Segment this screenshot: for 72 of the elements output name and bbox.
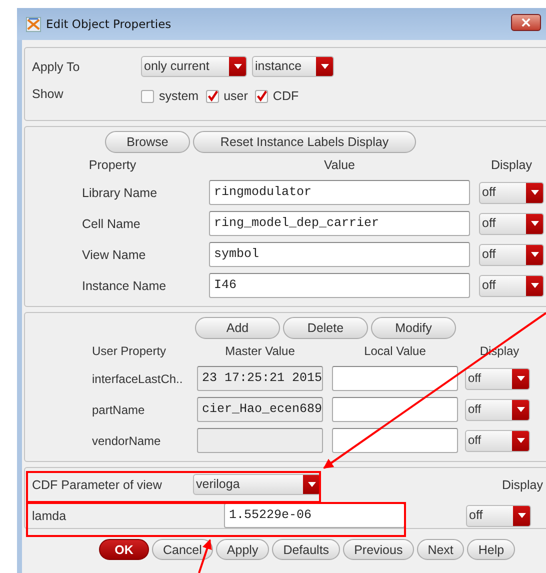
- column-header: User Property: [92, 344, 168, 358]
- dialog-button[interactable]: Next: [416, 539, 464, 560]
- parameter-label: lamda: [32, 508, 68, 522]
- property-label: Cell Name: [81, 216, 142, 230]
- column-header: Display: [490, 158, 533, 172]
- checkbox[interactable]: [141, 90, 154, 102]
- dialog-button[interactable]: Apply: [216, 539, 270, 560]
- column-header: Value: [322, 158, 356, 172]
- dropdown-arrow-icon: [516, 407, 524, 412]
- checkbox[interactable]: [254, 90, 268, 102]
- dropdown-arrow-icon: [530, 252, 538, 257]
- toolbar-button[interactable]: Add: [195, 317, 280, 339]
- input-field[interactable]: symbol: [209, 242, 470, 267]
- dropdown-arrow-icon: [516, 438, 524, 443]
- ok-button[interactable]: OK: [99, 539, 149, 560]
- field-label: Apply To: [32, 60, 81, 74]
- input-field: cier_Hao_ecen689: [197, 397, 323, 422]
- toolbar-button[interactable]: Reset Instance Labels Display: [193, 131, 416, 153]
- property-label: vendorName: [92, 434, 162, 448]
- dropdown[interactable]: off: [465, 430, 530, 452]
- checkbox-label: system: [159, 89, 199, 103]
- input-field[interactable]: 1.55229e-06: [224, 503, 405, 528]
- toolbar-button[interactable]: Browse: [105, 131, 190, 153]
- toolbar-button[interactable]: Delete: [283, 317, 368, 339]
- input-field[interactable]: [332, 428, 458, 453]
- input-field: 23 17:25:21 2015: [197, 366, 323, 391]
- input-field[interactable]: [332, 366, 458, 391]
- column-header: Property: [88, 158, 138, 172]
- checkbox-label: user: [224, 89, 248, 103]
- window-title: Edit Object Properties: [46, 17, 172, 31]
- close-icon: [521, 18, 531, 27]
- dropdown-arrow-icon: [308, 482, 316, 487]
- property-label: Instance Name: [81, 278, 168, 292]
- property-label: partName: [92, 402, 146, 416]
- app-icon: [26, 16, 41, 32]
- dropdown-arrow-icon: [530, 283, 538, 288]
- input-field[interactable]: I46: [209, 273, 470, 298]
- dropdown[interactable]: off: [466, 504, 531, 526]
- dropdown[interactable]: off: [479, 244, 544, 266]
- dropdown-arrow-icon: [320, 64, 328, 69]
- dropdown[interactable]: off: [479, 212, 544, 234]
- input-field[interactable]: [332, 397, 458, 422]
- dropdown[interactable]: only current: [141, 56, 247, 77]
- column-header: Local Value: [363, 344, 427, 358]
- checkbox-label: CDF: [272, 89, 299, 103]
- input-field[interactable]: ring_model_dep_carrier: [209, 211, 470, 236]
- dropdown[interactable]: instance: [252, 56, 334, 77]
- property-label: View Name: [81, 248, 147, 262]
- column-header: Display: [501, 478, 544, 492]
- dropdown-arrow-icon: [234, 64, 242, 69]
- dropdown[interactable]: off: [479, 274, 544, 296]
- dropdown-arrow-icon: [530, 190, 538, 195]
- dropdown[interactable]: off: [465, 398, 530, 420]
- input-field[interactable]: ringmodulator: [209, 180, 470, 205]
- dropdown[interactable]: veriloga: [193, 474, 321, 495]
- dropdown-arrow-icon: [518, 513, 526, 518]
- property-label: Library Name: [81, 186, 158, 200]
- dialog-button[interactable]: Previous: [343, 539, 414, 560]
- dropdown[interactable]: off: [479, 182, 544, 204]
- dialog-button[interactable]: Help: [467, 539, 516, 560]
- column-header: Master Value: [224, 344, 296, 358]
- dialog-button[interactable]: Defaults: [272, 539, 340, 560]
- field-label: CDF Parameter of view: [32, 478, 163, 492]
- checkbox[interactable]: [206, 90, 219, 102]
- field-label: Show: [32, 87, 64, 101]
- close-button[interactable]: [511, 14, 541, 31]
- dropdown[interactable]: off: [465, 368, 530, 390]
- toolbar-button[interactable]: Modify: [371, 317, 456, 339]
- property-label: interfaceLastCh..: [92, 372, 184, 386]
- dialog-button[interactable]: Cancel: [152, 539, 213, 560]
- dropdown-arrow-icon: [516, 376, 524, 381]
- dropdown-arrow-icon: [530, 221, 538, 226]
